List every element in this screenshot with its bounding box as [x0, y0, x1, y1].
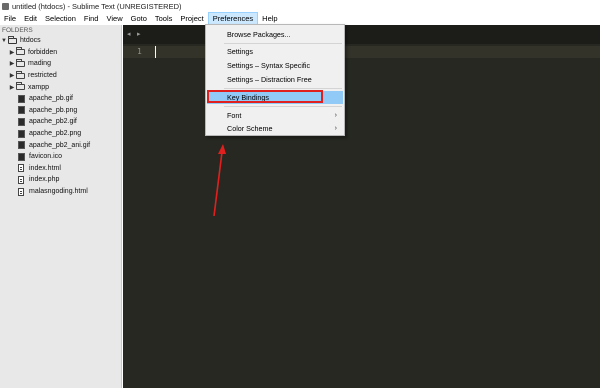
menu-project[interactable]: Project [176, 12, 207, 25]
tab-scroll-right-icon[interactable]: ▸ [137, 30, 141, 38]
annotation-highlight-box [207, 90, 323, 103]
tree-file-label: malasngoding.html [29, 188, 88, 196]
tree-folder-label: restricted [28, 72, 57, 80]
menu-find[interactable]: Find [80, 12, 103, 25]
sidebar: FOLDERS ▼ htdocs ▶ forbidden ▶ mading ▶ … [0, 25, 122, 388]
tree-folder-label: forbidden [28, 48, 58, 56]
tree-file[interactable]: favicon.ico [0, 151, 121, 163]
chevron-right-icon: › [334, 112, 337, 119]
document-file-icon [18, 175, 24, 184]
annotation-arrow-icon [213, 144, 226, 217]
current-line-highlight [123, 46, 600, 58]
tree-file-label: apache_pb2.png [29, 130, 82, 138]
menu-selection[interactable]: Selection [41, 12, 80, 25]
chevron-right-icon: › [334, 125, 337, 132]
tree-file[interactable]: apache_pb.gif [0, 93, 121, 105]
menu-item-settings[interactable]: Settings [207, 45, 343, 58]
menu-item-label: Settings – Syntax Specific [227, 61, 311, 70]
editor-pane[interactable]: ◂ ▸ 1 [123, 25, 600, 388]
tree-folder-label: xampp [28, 83, 50, 91]
menu-file[interactable]: File [0, 12, 20, 25]
tree-file-label: index.html [29, 164, 61, 172]
tree-file[interactable]: apache_pb2.png [0, 128, 121, 140]
menu-item-browse-packages[interactable]: Browse Packages... [207, 28, 343, 41]
menu-item-settings-distraction-free[interactable]: Settings – Distraction Free [207, 73, 343, 86]
tree-file[interactable]: apache_pb2_ani.gif [0, 139, 121, 151]
menu-edit[interactable]: Edit [20, 12, 41, 25]
folder-icon [16, 82, 25, 91]
tab-bar: ◂ ▸ [123, 25, 600, 44]
tree-file-label: apache_pb.png [29, 106, 78, 114]
menu-item-color-scheme[interactable]: Color Scheme › [207, 122, 343, 135]
text-cursor [155, 46, 156, 58]
menu-item-label: Color Scheme [227, 124, 273, 133]
tree-folder-label: htdocs [20, 37, 41, 45]
line-number: 1 [137, 47, 142, 56]
document-file-icon [18, 187, 24, 196]
tree-file-label: favicon.ico [29, 153, 63, 161]
image-file-icon [18, 152, 25, 161]
tree-folder-restricted[interactable]: ▶ restricted [0, 70, 121, 82]
menu-tools[interactable]: Tools [151, 12, 177, 25]
tree-file[interactable]: apache_pb2.gif [0, 116, 121, 128]
tab-scroll-left-icon[interactable]: ◂ [127, 30, 131, 38]
menu-separator [224, 106, 342, 107]
tree-folder-root[interactable]: ▼ htdocs [0, 35, 121, 47]
tree-file-label: apache_pb2.gif [29, 118, 77, 126]
menu-view[interactable]: View [102, 12, 126, 25]
chevron-right-icon[interactable]: ▶ [8, 84, 16, 91]
folder-icon [16, 47, 25, 56]
menu-separator [224, 43, 342, 44]
tree-file[interactable]: index.php [0, 174, 121, 186]
tree-folder-forbidden[interactable]: ▶ forbidden [0, 47, 121, 59]
sublime-app-icon [2, 2, 9, 10]
folder-open-icon [8, 35, 17, 44]
tree-folder-xampp[interactable]: ▶ xampp [0, 81, 121, 93]
chevron-right-icon[interactable]: ▶ [8, 72, 16, 79]
folder-icon [16, 58, 25, 67]
tree-file-label: apache_pb2_ani.gif [29, 141, 91, 149]
menu-goto[interactable]: Goto [127, 12, 151, 25]
image-file-icon [18, 106, 25, 115]
folder-icon [16, 70, 25, 79]
image-file-icon [18, 141, 25, 150]
menu-item-font[interactable]: Font › [207, 109, 343, 122]
menu-item-label: Font [227, 111, 242, 120]
image-file-icon [18, 94, 25, 103]
chevron-right-icon[interactable]: ▶ [8, 49, 16, 56]
title-bar: untitled (htdocs) - Sublime Text (UNREGI… [0, 0, 600, 12]
document-file-icon [18, 164, 24, 173]
menu-item-label: Browse Packages... [227, 30, 291, 39]
tree-folder-label: mading [28, 60, 51, 68]
menu-item-label: Settings – Distraction Free [227, 75, 312, 84]
tree-folder-mading[interactable]: ▶ mading [0, 58, 121, 70]
tree-file[interactable]: apache_pb.png [0, 105, 121, 117]
chevron-right-icon[interactable]: ▶ [8, 60, 16, 67]
tree-file-label: index.php [29, 176, 60, 184]
image-file-icon [18, 117, 25, 126]
menu-separator [224, 88, 342, 89]
window-title: untitled (htdocs) - Sublime Text (UNREGI… [12, 1, 182, 11]
preferences-dropdown-menu: Browse Packages... Settings Settings – S… [205, 24, 345, 136]
folders-header: FOLDERS [2, 27, 33, 34]
tree-file-label: apache_pb.gif [29, 95, 73, 103]
tree-file[interactable]: index.html [0, 163, 121, 175]
image-file-icon [18, 129, 25, 138]
menu-item-label: Settings [227, 47, 253, 56]
tree-file[interactable]: malasngoding.html [0, 186, 121, 198]
chevron-down-icon[interactable]: ▼ [0, 38, 8, 44]
menu-item-settings-syntax-specific[interactable]: Settings – Syntax Specific [207, 59, 343, 72]
